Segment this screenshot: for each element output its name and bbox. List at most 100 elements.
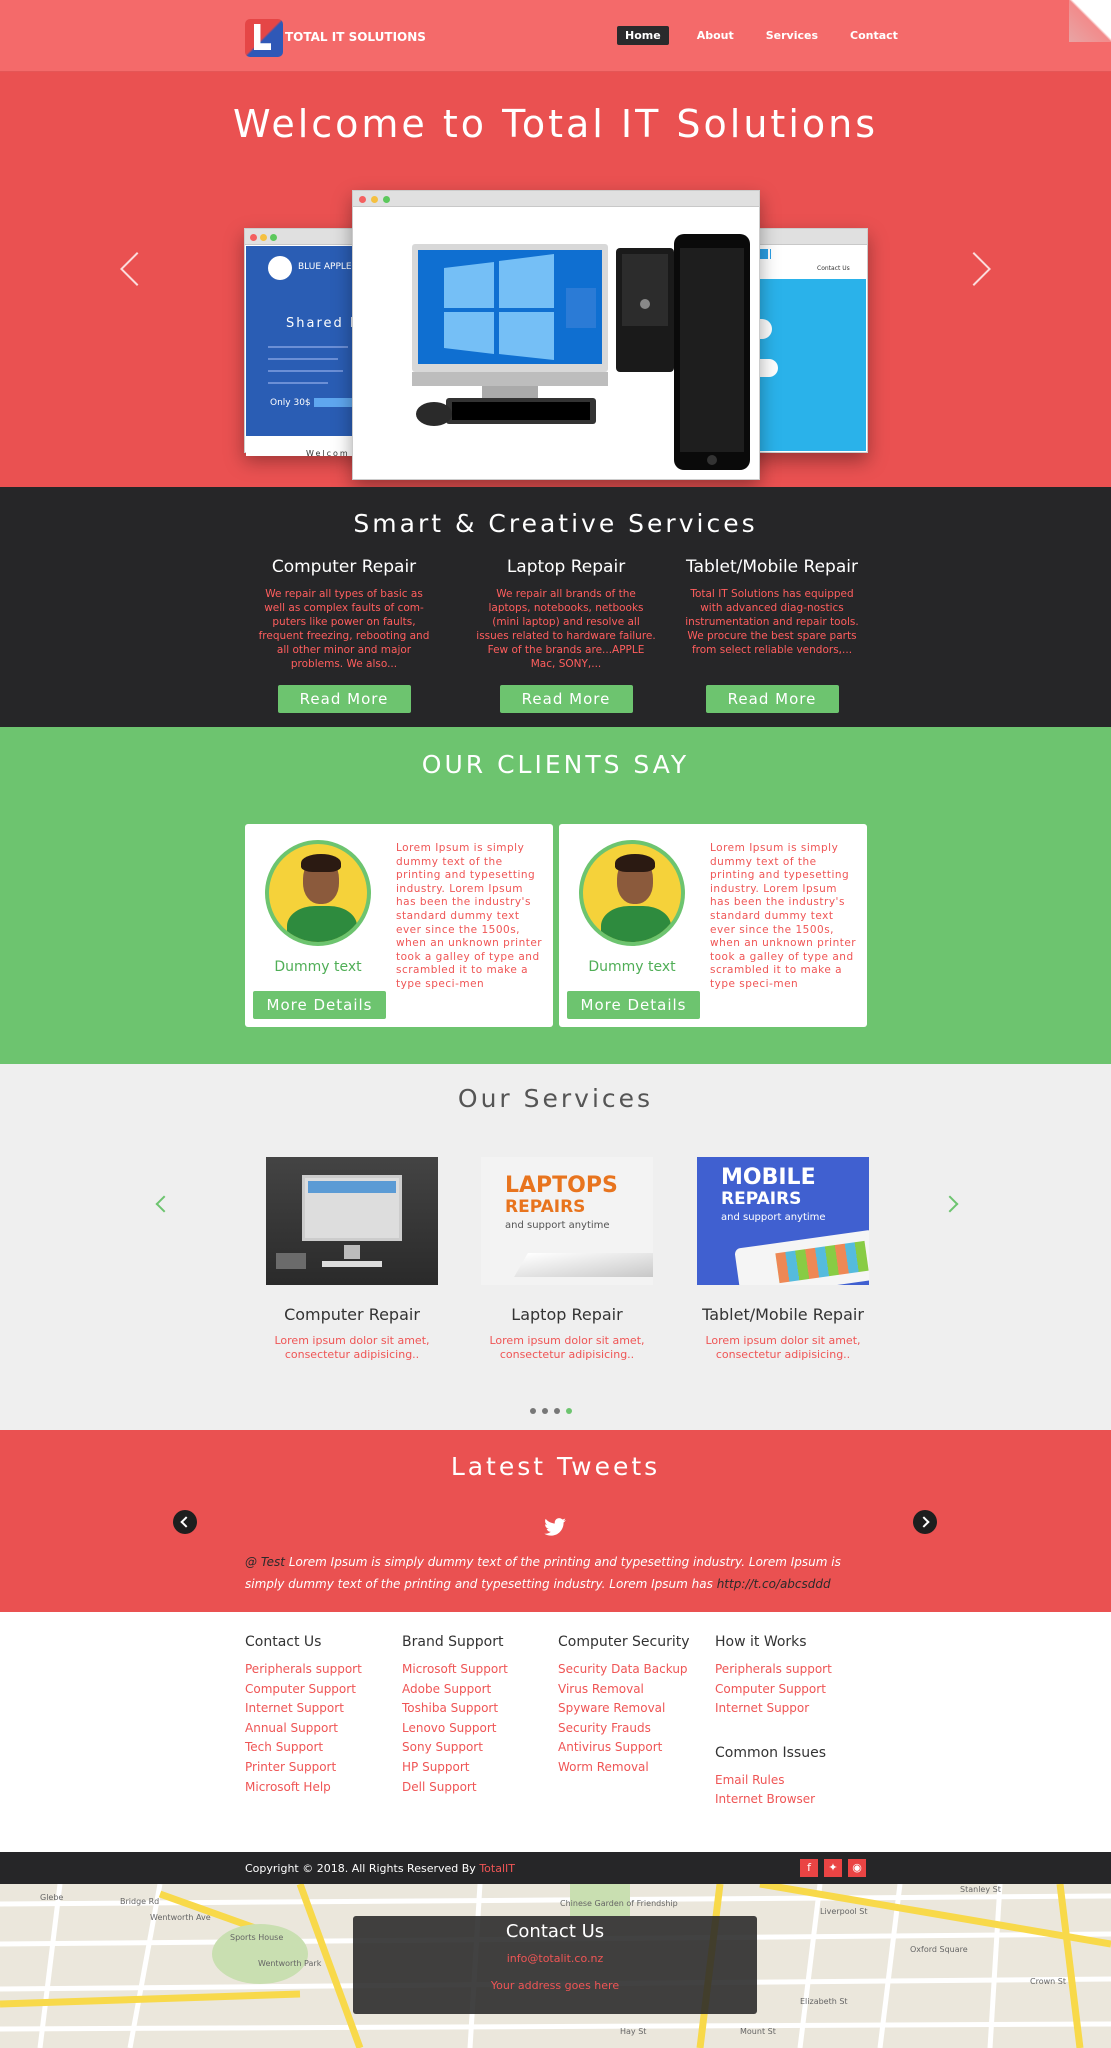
map-label: Stanley St [960,1885,1001,1894]
footer-link[interactable]: Computer Support [245,1680,362,1700]
footer-link[interactable]: Worm Removal [558,1758,690,1778]
map-label: Chinese Garden of Friendship [560,1899,678,1908]
brand-name[interactable]: TOTAL IT SOLUTIONS [285,30,426,44]
section-title: Our Services [457,1084,654,1113]
footer-link[interactable]: Microsoft Help [245,1778,362,1798]
footer-link[interactable]: Internet Suppor [715,1699,832,1719]
footer-link[interactable]: Antivirus Support [558,1738,690,1758]
twitter-icon[interactable]: ✦ [824,1859,842,1877]
rss-icon[interactable]: ◉ [848,1859,866,1877]
carousel-prev-icon[interactable] [155,1195,173,1213]
footer-link[interactable]: Adobe Support [402,1680,508,1700]
more-details-button[interactable]: More Details [253,991,386,1019]
pagination-dot[interactable] [530,1408,536,1414]
map-label: Wentworth Ave [150,1913,211,1922]
slider-next-icon[interactable] [957,252,991,286]
facebook-icon[interactable]: f [800,1859,818,1877]
thumb-subheading: REPAIRS [721,1189,802,1209]
footer-link[interactable]: Internet Browser [715,1790,832,1810]
latest-tweets-section: Latest Tweets @ Test Lorem Ipsum is simp… [0,1430,1111,1612]
tweet-link[interactable]: http://t.co/abcsddd [717,1577,831,1591]
pagination-dot[interactable] [542,1408,548,1414]
service-column: Computer Repair We repair all types of b… [254,557,434,713]
pagination-dot[interactable] [554,1408,560,1414]
services-carousel-section: Our Services Computer Repair Lorem ipsum… [0,1064,1111,1430]
footer-link[interactable]: Microsoft Support [402,1660,508,1680]
footer-link[interactable]: Internet Support [245,1699,362,1719]
hero-slider: Welcome to Total IT Solutions BLUE APPLE… [0,72,1111,487]
footer-link[interactable]: Lenovo Support [402,1719,508,1739]
footer-link[interactable]: HP Support [402,1758,508,1778]
read-more-button[interactable]: Read More [705,685,839,713]
footer-link[interactable]: Email Rules [715,1771,832,1791]
map-label: Sports House [230,1933,283,1942]
nav-contact[interactable]: Contact [842,26,906,45]
client-name: Dummy text [588,959,676,975]
devices-illustration [412,234,750,470]
more-details-button[interactable]: More Details [567,991,700,1019]
service-card[interactable]: MOBILE REPAIRS and support anytime Table… [697,1157,869,1362]
service-description: We repair all types of basic as well as … [258,588,430,670]
tweet-next-icon[interactable] [913,1510,937,1534]
footer-link[interactable]: Peripherals support [245,1660,362,1680]
slide-left-brand: BLUE APPLE [298,262,352,272]
footer-link[interactable]: Annual Support [245,1719,362,1739]
avatar [579,840,685,946]
service-description: Lorem ipsum dolor sit amet, consectetur … [705,1334,861,1361]
service-description: Lorem ipsum dolor sit amet, consectetur … [489,1334,645,1361]
footer-link[interactable]: Sony Support [402,1738,508,1758]
pagination-dot-active[interactable] [566,1408,572,1414]
footer-link[interactable]: Security Frauds [558,1719,690,1739]
read-more-button[interactable]: Read More [499,685,633,713]
carousel-next-icon[interactable] [941,1195,959,1213]
service-card[interactable]: LAPTOPS REPAIRS and support anytime Lapt… [481,1157,653,1362]
thumb-tagline: and support anytime [505,1220,610,1231]
contact-email[interactable]: info@totalit.co.nz [353,1952,757,1965]
location-map[interactable]: Bridge Rd Glebe Wentworth Park Sports Ho… [0,1884,1111,2048]
slide-center-screenshot [352,190,760,480]
footer-link[interactable]: Spyware Removal [558,1699,690,1719]
thumb-tagline: and support anytime [721,1212,826,1223]
map-contact-box: Contact Us info@totalit.co.nz Your addre… [353,1916,757,2014]
main-nav: Home About Services Contact [617,26,906,45]
tweet-prev-icon[interactable] [173,1510,197,1534]
tweet-content: @ Test Lorem Ipsum is simply dummy text … [245,1551,870,1595]
map-label: Liverpool St [820,1907,867,1916]
footer-link[interactable]: Toshiba Support [402,1699,508,1719]
nav-about[interactable]: About [689,26,742,45]
thumb-heading: MOBILE [721,1165,816,1190]
service-title: Computer Repair [284,1305,420,1324]
footer-link[interactable]: Virus Removal [558,1680,690,1700]
client-quote: Lorem Ipsum is simply dummy text of the … [396,842,543,990]
footer-column-title: Contact Us [245,1634,322,1650]
map-label: Bridge Rd [120,1897,159,1906]
footer-link[interactable]: Peripherals support [715,1660,832,1680]
service-title: Tablet/Mobile Repair [702,1305,864,1324]
read-more-button[interactable]: Read More [277,685,411,713]
slide-right-nav: Contact Us [817,265,850,272]
testimonial-card: Dummy text Lorem Ipsum is simply dummy t… [245,824,553,1027]
thumb-subheading: REPAIRS [505,1197,586,1217]
footer-link[interactable]: Security Data Backup [558,1660,690,1680]
mobile-thumbnail: MOBILE REPAIRS and support anytime [697,1157,869,1285]
contact-title: Contact Us [505,1921,605,1942]
footer-link[interactable]: Dell Support [402,1778,508,1798]
logo-icon[interactable] [245,19,283,57]
map-label: Oxford Square [910,1945,968,1954]
slide-left-price: Only 30$ [270,398,311,408]
footer-link[interactable]: Printer Support [245,1758,362,1778]
footer-link[interactable]: Tech Support [245,1738,362,1758]
twitter-bird-icon [544,1518,566,1536]
nav-home[interactable]: Home [617,26,669,45]
service-description: We repair all brands of the laptops, not… [476,588,656,670]
footer-link[interactable]: Computer Support [715,1680,832,1700]
service-card[interactable]: Computer Repair Lorem ipsum dolor sit am… [266,1157,438,1362]
nav-services[interactable]: Services [758,26,826,45]
slider-prev-icon[interactable] [120,252,154,286]
footer-column-title: Brand Support [402,1634,504,1650]
copyright-brand-link[interactable]: TotalIT [479,1862,515,1875]
tweet-handle[interactable]: @ Test [245,1555,285,1569]
section-title: Smart & Creative Services [353,509,758,538]
footer-column-how: How it Works Peripherals support Compute… [715,1634,832,1810]
computer-thumbnail [266,1157,438,1285]
